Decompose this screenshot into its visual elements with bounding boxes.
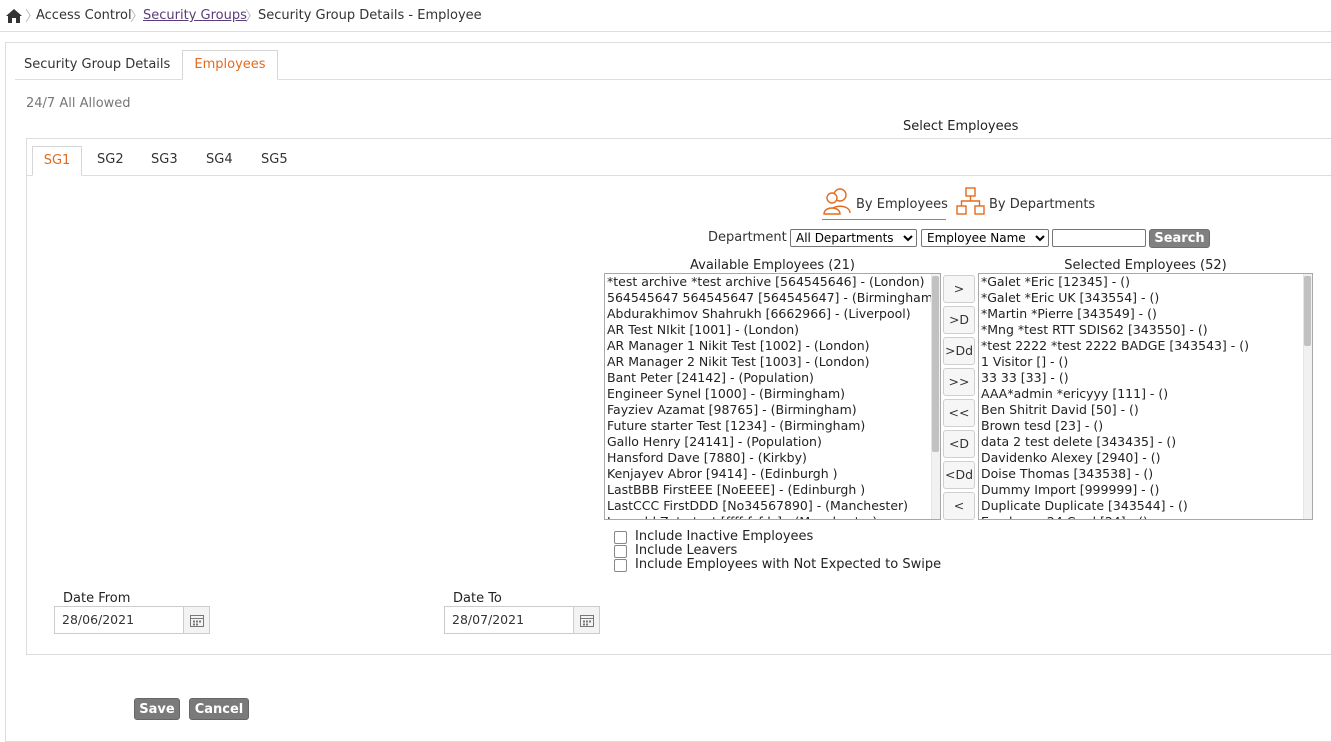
available-employee-option[interactable]: LastCCC FirstDDD [No34567890] - (Manches… [605, 498, 940, 514]
tab-sg5[interactable]: SG5 [261, 152, 288, 167]
selected-employee-option[interactable]: AAA*admin *ericyyy [111] - () [979, 386, 1312, 402]
selected-employee-option[interactable]: 33 33 [33] - () [979, 370, 1312, 386]
select-employees-title: Select Employees [903, 119, 1019, 134]
breadcrumb: 〉 Access Control 〉 Security Groups 〉 Sec… [0, 0, 1331, 32]
cancel-button[interactable]: Cancel [189, 698, 249, 720]
available-employee-option[interactable]: Gallo Henry [24141] - (Population) [605, 434, 940, 450]
include-leavers-label: Include Leavers [635, 543, 738, 558]
selected-employees-title: Selected Employees (52) [1064, 258, 1227, 273]
date-from-calendar-button[interactable] [183, 606, 210, 634]
move-dept-right-button[interactable]: >D [943, 306, 975, 334]
available-employee-option[interactable]: Hansford Dave [7880] - (Kirkby) [605, 450, 940, 466]
available-employee-option[interactable]: AR Manager 2 Nikit Test [1003] - (London… [605, 354, 940, 370]
selected-employee-option[interactable]: Davidenko Alexey [2940] - () [979, 450, 1312, 466]
selected-employee-option[interactable]: *Galet *Eric [12345] - () [979, 274, 1312, 290]
available-employee-option[interactable]: Engineer Synel [1000] - (Birmingham) [605, 386, 940, 402]
date-to-input[interactable]: 28/07/2021 [444, 606, 574, 634]
available-employee-option[interactable]: AR Test NIkit [1001] - (London) [605, 322, 940, 338]
move-selected-left-button[interactable]: < [943, 492, 975, 520]
sg-tabs-divider [27, 175, 1331, 176]
breadcrumb-separator: 〉 [130, 9, 144, 25]
schedule-name: 24/7 All Allowed [26, 96, 131, 111]
save-button[interactable]: Save [134, 698, 180, 720]
include-leavers-checkbox[interactable] [614, 545, 627, 558]
selected-employee-option[interactable]: data 2 test delete [343435] - () [979, 434, 1312, 450]
move-all-right-button[interactable]: >> [943, 368, 975, 396]
home-icon[interactable] [6, 9, 22, 23]
org-chart-icon [956, 187, 985, 215]
mode-by-employees[interactable]: By Employees [822, 186, 948, 220]
selected-employee-option[interactable]: 1 Visitor [] - () [979, 354, 1312, 370]
date-to-label: Date To [453, 591, 502, 606]
department-select[interactable]: All Departments [790, 229, 917, 247]
tab-sg2[interactable]: SG2 [97, 152, 124, 167]
include-not-expected-label: Include Employees with Not Expected to S… [635, 557, 942, 572]
selected-list-scroll-thumb[interactable] [1304, 276, 1311, 346]
move-all-left-button[interactable]: << [943, 399, 975, 427]
available-employees-list[interactable]: *test archive *test archive [564545646] … [604, 273, 941, 520]
selected-employee-option[interactable]: Ben Shitrit David [50] - () [979, 402, 1312, 418]
selected-employee-option[interactable]: *Martin *Pierre [343549] - () [979, 306, 1312, 322]
mode-by-departments[interactable]: By Departments [956, 186, 1096, 220]
selected-employee-option[interactable]: Employee 24 Card [24] - () [979, 514, 1312, 519]
available-list-scroll-thumb[interactable] [932, 276, 939, 452]
available-employee-option[interactable]: Abdurakhimov Shahrukh [6662966] - (Liver… [605, 306, 940, 322]
include-inactive-label: Include Inactive Employees [635, 529, 814, 544]
date-from-label: Date From [63, 591, 131, 606]
date-to-calendar-button[interactable] [573, 606, 600, 634]
available-employee-option[interactable]: Future starter Test [1234] - (Birmingham… [605, 418, 940, 434]
available-employee-option[interactable]: 564545647 564545647 [564545647] - (Birmi… [605, 290, 940, 306]
available-employee-option[interactable]: AR Manager 1 Nikit Test [1002] - (London… [605, 338, 940, 354]
tab-sg3[interactable]: SG3 [151, 152, 178, 167]
breadcrumb-separator: 〉 [245, 9, 259, 25]
available-list-scrollbar[interactable] [931, 274, 940, 519]
breadcrumb-security-groups[interactable]: Security Groups [143, 8, 247, 23]
move-dept-deep-left-button[interactable]: <Dd [943, 461, 975, 489]
calendar-icon [580, 615, 594, 627]
include-not-expected-checkbox[interactable] [614, 559, 627, 572]
available-employees-title: Available Employees (21) [690, 258, 855, 273]
calendar-icon [190, 615, 204, 627]
department-label: Department [708, 230, 787, 245]
available-employee-option[interactable]: *test archive *test archive [564545646] … [605, 274, 940, 290]
mode-by-departments-label: By Departments [989, 197, 1096, 212]
selected-employees-list[interactable]: *Galet *Eric [12345] - () *Galet *Eric UK… [978, 273, 1313, 520]
tab-sg4[interactable]: SG4 [206, 152, 233, 167]
selected-employee-option[interactable]: Brown tesd [23] - () [979, 418, 1312, 434]
breadcrumb-current-page: Security Group Details - Employee [258, 8, 482, 23]
move-selected-right-button[interactable]: > [943, 275, 975, 303]
selected-employee-option[interactable]: Dummy Import [999999] - () [979, 482, 1312, 498]
breadcrumb-access-control[interactable]: Access Control [36, 8, 132, 23]
users-icon [823, 188, 851, 215]
date-from-input[interactable]: 28/06/2021 [54, 606, 184, 634]
selected-employee-option[interactable]: Duplicate Duplicate [343544] - () [979, 498, 1312, 514]
move-dept-left-button[interactable]: <D [943, 430, 975, 458]
available-employee-option[interactable]: Bant Peter [24142] - (Population) [605, 370, 940, 386]
selected-employee-option[interactable]: *Galet *Eric UK [343554] - () [979, 290, 1312, 306]
selected-employee-option[interactable]: *test 2222 *test 2222 BADGE [343543] - (… [979, 338, 1312, 354]
search-input[interactable] [1052, 229, 1146, 247]
include-inactive-checkbox[interactable] [614, 531, 627, 544]
tab-employees[interactable]: Employees [182, 50, 278, 80]
sort-by-select[interactable]: Employee Name [921, 229, 1049, 247]
available-employee-option[interactable]: Fayziev Azamat [98765] - (Birmingham) [605, 402, 940, 418]
available-employee-option[interactable]: Leopold Zeta test [ffff-fsfds] - (Manche… [605, 514, 940, 519]
selected-list-scrollbar[interactable] [1303, 274, 1312, 519]
tab-security-group-details[interactable]: Security Group Details [24, 57, 170, 72]
available-employee-option[interactable]: LastBBB FirstEEE [NoEEEE] - (Edinburgh ) [605, 482, 940, 498]
search-button[interactable]: Search [1149, 229, 1210, 248]
move-dept-deep-right-button[interactable]: >Dd [943, 337, 975, 365]
available-employee-option[interactable]: Kenjayev Abror [9414] - (Edinburgh ) [605, 466, 940, 482]
selected-employee-option[interactable]: *Mng *test RTT SDIS62 [343550] - () [979, 322, 1312, 338]
mode-by-employees-label: By Employees [856, 197, 948, 212]
tab-sg1[interactable]: SG1 [32, 146, 82, 176]
selected-employee-option[interactable]: Doise Thomas [343538] - () [979, 466, 1312, 482]
